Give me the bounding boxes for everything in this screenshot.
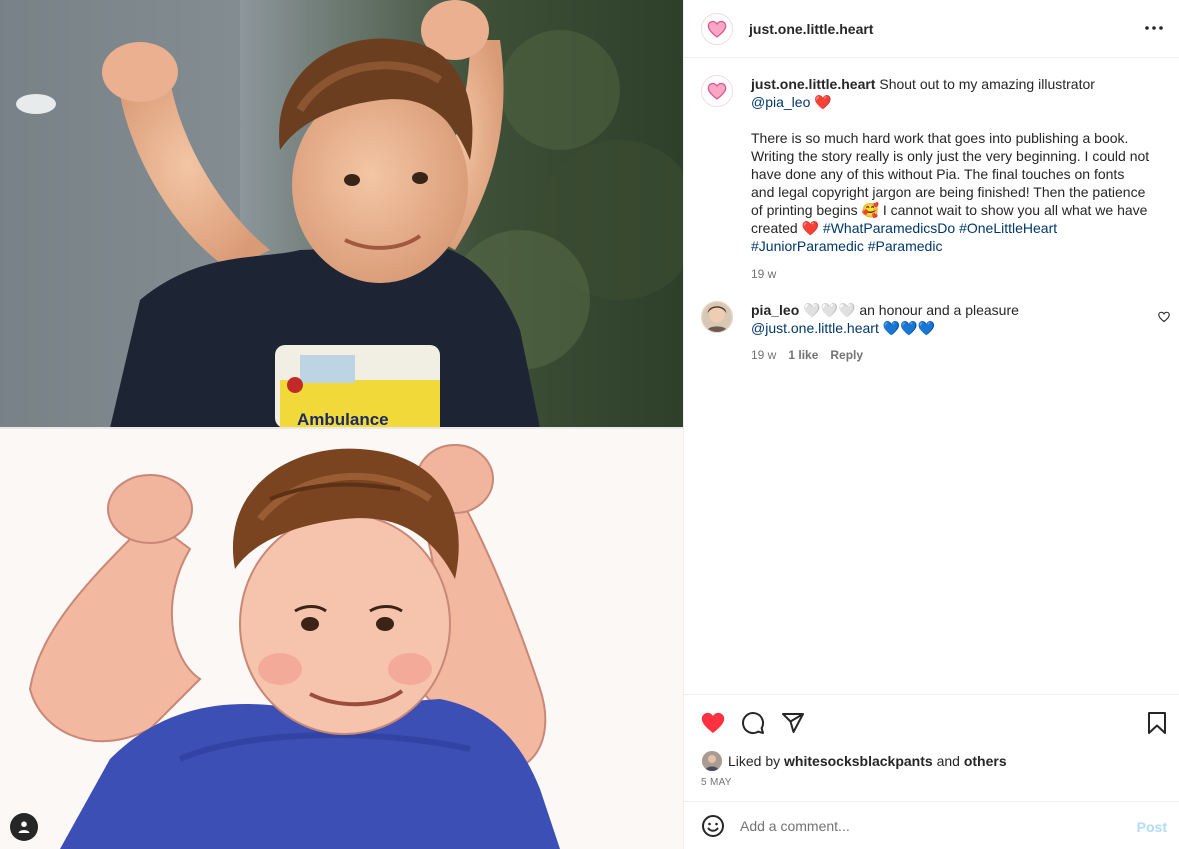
- hashtag-link[interactable]: #OneLittleHeart: [959, 220, 1057, 236]
- caption-username[interactable]: just.one.little.heart: [751, 76, 875, 92]
- comment-mention[interactable]: @just.one.little.heart: [751, 320, 879, 336]
- liked-by-and: and: [936, 753, 960, 769]
- share-button[interactable]: [780, 710, 806, 736]
- profile-photo-icon: [702, 302, 732, 332]
- illustration-of-boy: [0, 429, 683, 849]
- heart-logo-icon: [707, 82, 727, 100]
- hashtag-link[interactable]: #Paramedic: [868, 238, 943, 254]
- blue-hearts-emoji: 💙💙💙: [882, 320, 936, 336]
- smiley-icon: [702, 814, 724, 837]
- profile-photo-icon: [702, 751, 722, 771]
- liked-by-others[interactable]: others: [964, 753, 1007, 769]
- white-hearts-emoji: 🤍🤍🤍: [803, 302, 856, 318]
- smiling-face-emoji: 🥰: [861, 202, 879, 218]
- photo-illustration: Ambulance: [0, 0, 683, 428]
- post-actions: Liked by whitesocksblackpants and others…: [684, 694, 1179, 801]
- comment-time[interactable]: 19 w: [751, 346, 776, 364]
- comment-like-button[interactable]: [1157, 310, 1171, 324]
- hashtag-link[interactable]: #WhatParamedicsDo: [823, 220, 955, 236]
- caption-body: just.one.little.heart Shout out to my am…: [751, 75, 1151, 283]
- comment-input[interactable]: [740, 810, 1120, 841]
- reply-button[interactable]: Reply: [830, 346, 863, 364]
- comments-section: just.one.little.heart Shout out to my am…: [684, 59, 1179, 694]
- drawing-illustration: [0, 429, 683, 849]
- emoji-button[interactable]: [700, 813, 726, 839]
- caption-entry: just.one.little.heart Shout out to my am…: [701, 75, 1171, 295]
- heart-filled-icon: [701, 712, 725, 733]
- liked-by-user[interactable]: whitesocksblackpants: [784, 753, 933, 769]
- comment-likes-count[interactable]: 1 like: [788, 346, 818, 364]
- caption-meta: 19 w: [751, 265, 1151, 283]
- photo-of-boy: Ambulance: [0, 0, 683, 428]
- comment-icon: [742, 712, 765, 735]
- comment-body: pia_leo 🤍🤍🤍 an honour and a pleasure @ju…: [751, 301, 1151, 364]
- user-icon: [18, 821, 30, 833]
- heart-outline-icon: [1158, 311, 1170, 323]
- liked-by-row: Liked by whitesocksblackpants and others: [702, 751, 1007, 771]
- comment-meta: 19 w 1 like Reply: [751, 346, 1151, 364]
- caption-time[interactable]: 19 w: [751, 265, 776, 283]
- comment-button[interactable]: [740, 710, 766, 736]
- caption-line1: Shout out to my amazing illustrator: [879, 76, 1095, 92]
- commenter-avatar[interactable]: [701, 301, 733, 333]
- author-username[interactable]: just.one.little.heart: [749, 21, 873, 37]
- liked-by-prefix: Liked by: [728, 753, 781, 769]
- tagged-users-button[interactable]: [10, 813, 38, 841]
- caption-second-paragraph: There is so much hard work that goes int…: [751, 129, 1151, 255]
- comment-entry: pia_leo 🤍🤍🤍 an honour and a pleasure @ju…: [701, 301, 1171, 371]
- caption-first-paragraph: just.one.little.heart Shout out to my am…: [751, 75, 1151, 111]
- red-heart-emoji-2: ❤️: [801, 220, 820, 236]
- caption-mention[interactable]: @pia_leo: [751, 94, 810, 110]
- save-button[interactable]: [1144, 710, 1170, 736]
- add-comment-bar: Post: [684, 801, 1179, 849]
- author-avatar[interactable]: [701, 12, 733, 45]
- bookmark-icon: [1148, 712, 1166, 734]
- post-header: just.one.little.heart: [684, 0, 1179, 58]
- more-options-button[interactable]: [1142, 18, 1166, 38]
- commenter-username[interactable]: pia_leo: [751, 302, 799, 318]
- share-icon: [782, 713, 804, 733]
- post-media[interactable]: Ambulance: [0, 0, 683, 849]
- red-heart-emoji: ❤️: [814, 94, 832, 110]
- more-horizontal-icon: [1145, 26, 1163, 30]
- comment-text: pia_leo 🤍🤍🤍 an honour and a pleasure @ju…: [751, 301, 1151, 337]
- like-button[interactable]: [700, 710, 726, 736]
- hashtag-link[interactable]: #JuniorParamedic: [751, 238, 864, 254]
- caption-author-avatar[interactable]: [701, 75, 733, 107]
- post-comment-button[interactable]: Post: [1137, 819, 1167, 835]
- shirt-text: Ambulance: [297, 410, 389, 428]
- post-date[interactable]: 5 MAY: [701, 777, 732, 788]
- heart-logo-icon: [707, 20, 727, 38]
- comment-message: an honour and a pleasure: [859, 302, 1019, 318]
- post-details-panel: just.one.little.heart just.one.little.he…: [683, 0, 1179, 849]
- liker-avatar[interactable]: [702, 751, 722, 771]
